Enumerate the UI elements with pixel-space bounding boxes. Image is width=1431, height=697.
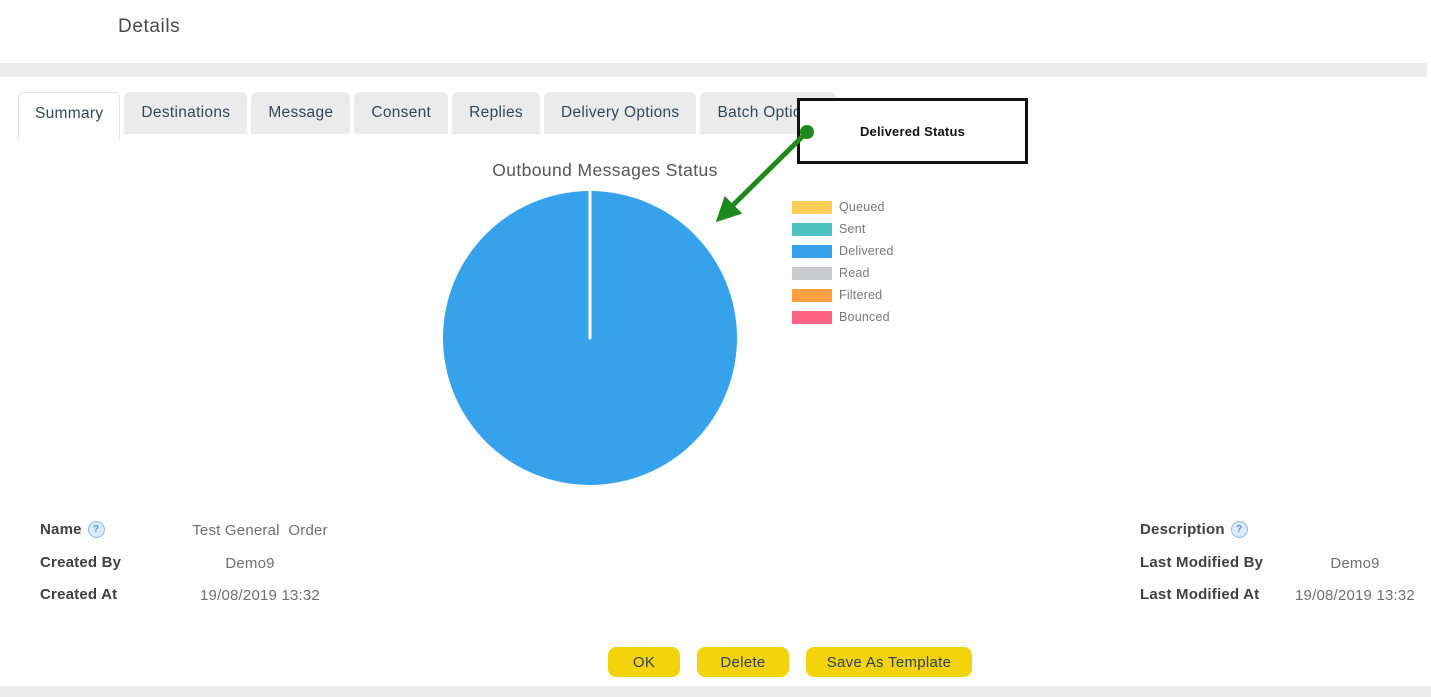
legend-item-delivered[interactable]: Delivered — [792, 240, 894, 262]
legend-swatch-delivered — [792, 245, 832, 258]
name-label: Name ? — [40, 521, 105, 538]
description-label: Description ? — [1140, 521, 1248, 538]
legend-label: Delivered — [839, 244, 894, 258]
legend-label: Filtered — [839, 288, 882, 302]
legend-swatch-read — [792, 267, 832, 280]
legend-swatch-queued — [792, 201, 832, 214]
last-modified-at-label: Last Modified At — [1140, 586, 1259, 603]
legend-item-bounced[interactable]: Bounced — [792, 306, 894, 328]
name-value: Test General Order — [150, 522, 370, 539]
created-at-value: 19/08/2019 13:32 — [150, 587, 370, 604]
chart-legend: Queued Sent Delivered Read Filtered Boun… — [792, 196, 894, 328]
tab-consent[interactable]: Consent — [354, 92, 448, 134]
top-divider-bar — [0, 63, 1427, 77]
tab-message[interactable]: Message — [251, 92, 350, 134]
last-modified-by-label: Last Modified By — [1140, 554, 1263, 571]
last-modified-by-value: Demo9 — [1280, 555, 1430, 572]
legend-item-read[interactable]: Read — [792, 262, 894, 284]
legend-item-queued[interactable]: Queued — [792, 196, 894, 218]
legend-swatch-filtered — [792, 289, 832, 302]
page-title: Details — [118, 16, 180, 38]
delete-button[interactable]: Delete — [697, 647, 789, 677]
legend-swatch-sent — [792, 223, 832, 236]
ok-button[interactable]: OK — [608, 647, 680, 677]
tab-bar: Summary Destinations Message Consent Rep… — [18, 92, 836, 140]
delivered-status-callout: Delivered Status — [797, 98, 1028, 164]
legend-label: Sent — [839, 222, 866, 236]
legend-item-filtered[interactable]: Filtered — [792, 284, 894, 306]
name-label-text: Name — [40, 521, 82, 538]
chart-title: Outbound Messages Status — [440, 160, 770, 181]
tab-destinations[interactable]: Destinations — [124, 92, 247, 134]
created-at-label: Created At — [40, 586, 117, 603]
legend-label: Bounced — [839, 310, 890, 324]
last-modified-at-value: 19/08/2019 13:32 — [1280, 587, 1430, 604]
tab-replies[interactable]: Replies — [452, 92, 540, 134]
legend-item-sent[interactable]: Sent — [792, 218, 894, 240]
help-icon[interactable]: ? — [1231, 521, 1248, 538]
tab-delivery-options[interactable]: Delivery Options — [544, 92, 697, 134]
delivered-status-callout-label: Delivered Status — [860, 124, 965, 139]
legend-label: Read — [839, 266, 870, 280]
legend-label: Queued — [839, 200, 885, 214]
created-by-label: Created By — [40, 554, 121, 571]
bottom-divider-bar — [0, 686, 1431, 697]
action-button-row: OK Delete Save As Template — [608, 647, 972, 677]
created-by-value: Demo9 — [150, 555, 350, 572]
tab-summary[interactable]: Summary — [18, 92, 120, 140]
pie-chart[interactable] — [442, 190, 738, 486]
description-label-text: Description — [1140, 521, 1225, 538]
help-icon[interactable]: ? — [88, 521, 105, 538]
legend-swatch-bounced — [792, 311, 832, 324]
save-as-template-button[interactable]: Save As Template — [806, 647, 972, 677]
